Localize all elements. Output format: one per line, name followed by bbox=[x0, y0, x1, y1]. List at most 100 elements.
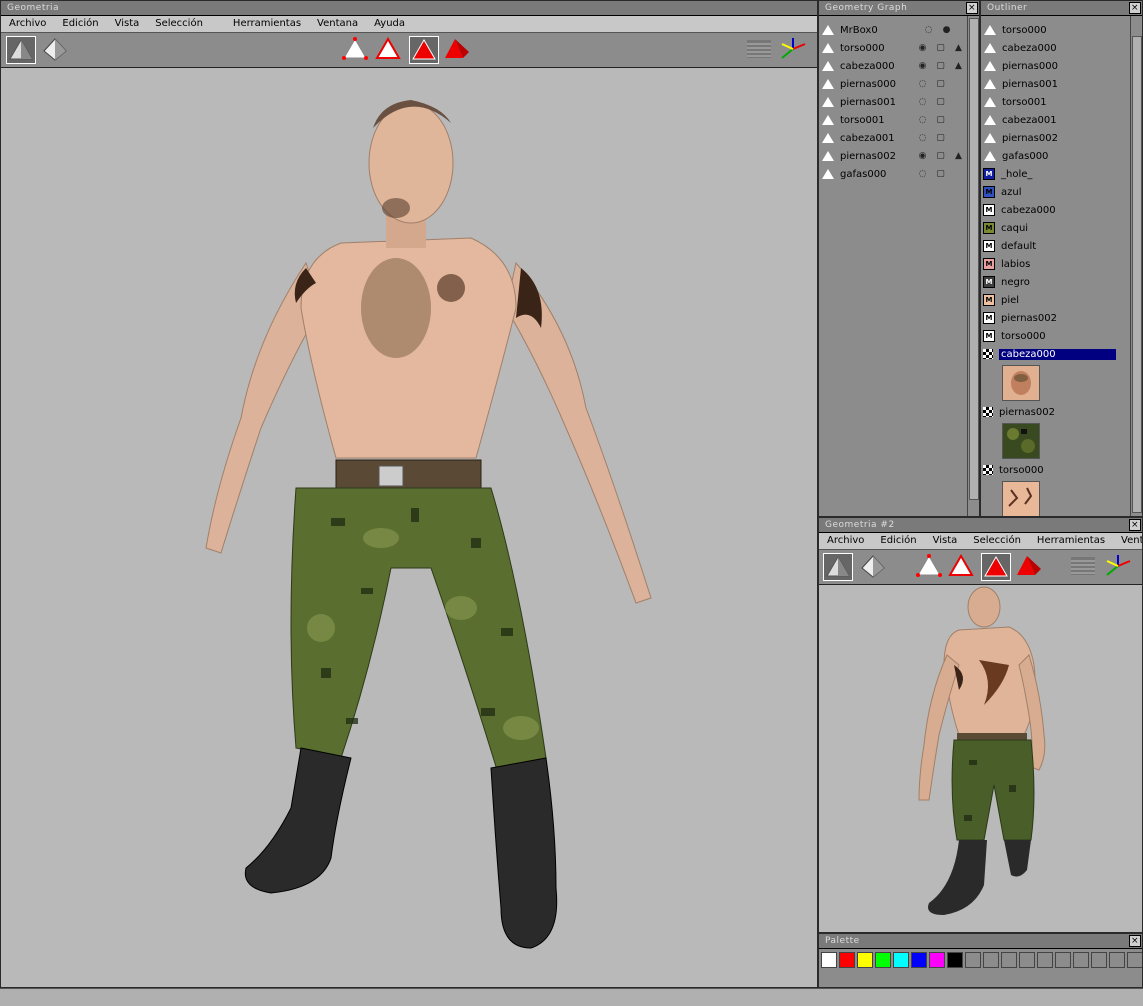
close-icon[interactable]: × bbox=[966, 2, 978, 14]
outliner-object[interactable]: piernas000 bbox=[981, 57, 1142, 75]
object-select-button[interactable] bbox=[443, 36, 473, 64]
outliner-texture[interactable]: piernas002 bbox=[981, 403, 1142, 421]
outliner-object[interactable]: cabeza000 bbox=[981, 39, 1142, 57]
scrollbar-thumb[interactable] bbox=[1132, 36, 1142, 513]
color-swatch-empty[interactable] bbox=[983, 952, 999, 968]
outliner-material[interactable]: M _hole_ bbox=[981, 165, 1142, 183]
outliner-material[interactable]: Mnegro bbox=[981, 273, 1142, 291]
graph-item[interactable]: torso001 ◌ ▢ bbox=[819, 111, 979, 129]
lock-open-icon[interactable]: ▢ bbox=[935, 97, 946, 108]
scrollbar-thumb[interactable] bbox=[969, 18, 979, 500]
outliner-material[interactable]: Mtorso000 bbox=[981, 327, 1142, 345]
texture-thumbnail-cabeza[interactable] bbox=[1002, 365, 1040, 401]
main-3d-viewport[interactable] bbox=[1, 68, 817, 987]
outliner-object[interactable]: piernas001 bbox=[981, 75, 1142, 93]
graph-item[interactable]: gafas000 ◌ ▢ bbox=[819, 165, 979, 183]
outliner-material[interactable]: Mcabeza000 bbox=[981, 201, 1142, 219]
menu-seleccion[interactable]: Selección bbox=[965, 533, 1029, 549]
outliner-titlebar[interactable]: Outliner × bbox=[981, 1, 1142, 16]
hidden-eye-icon[interactable]: ◌ bbox=[917, 169, 928, 180]
triangle-flag-icon[interactable]: ▲ bbox=[953, 151, 964, 162]
color-swatch-cyan[interactable] bbox=[893, 952, 909, 968]
menu-herramientas[interactable]: Herramientas bbox=[225, 16, 309, 32]
edge-select-button[interactable] bbox=[947, 553, 977, 581]
axes-toggle-button[interactable] bbox=[1104, 553, 1134, 581]
color-swatch-magenta[interactable] bbox=[929, 952, 945, 968]
menu-archivo[interactable]: Archivo bbox=[819, 533, 872, 549]
hidden-eye-icon[interactable]: ◌ bbox=[917, 115, 928, 126]
lock-open-icon[interactable]: ▢ bbox=[935, 79, 946, 90]
outliner-texture[interactable]: torso000 bbox=[981, 461, 1142, 479]
lock-open-icon[interactable]: ▢ bbox=[935, 133, 946, 144]
face-select-button[interactable] bbox=[409, 36, 439, 64]
menu-vista[interactable]: Vista bbox=[107, 16, 148, 32]
outliner-material[interactable]: Mlabios bbox=[981, 255, 1142, 273]
color-swatch-blue[interactable] bbox=[911, 952, 927, 968]
shaded-mode-button[interactable] bbox=[6, 36, 36, 64]
menu-ventana[interactable]: Ventana bbox=[1113, 533, 1142, 549]
second-window-titlebar[interactable]: Geometria #2 × bbox=[819, 518, 1142, 533]
outliner-object[interactable]: gafas000 bbox=[981, 147, 1142, 165]
palette-titlebar[interactable]: Palette × bbox=[819, 934, 1142, 949]
menu-seleccion[interactable]: Selección bbox=[147, 16, 225, 32]
eye-icon[interactable]: ◉ bbox=[917, 43, 928, 54]
graph-item[interactable]: cabeza000 ◉ ▢ ▲ bbox=[819, 57, 979, 75]
lock-open-icon[interactable]: ▢ bbox=[935, 169, 946, 180]
color-swatch-white[interactable] bbox=[821, 952, 837, 968]
vertex-select-button[interactable] bbox=[915, 553, 945, 581]
shaded-mode-button[interactable] bbox=[823, 553, 853, 581]
edge-select-button[interactable] bbox=[374, 36, 404, 64]
graph-item[interactable]: piernas002 ◉ ▢ ▲ bbox=[819, 147, 979, 165]
menu-herramientas[interactable]: Herramientas bbox=[1029, 533, 1113, 549]
menu-ayuda[interactable]: Ayuda bbox=[366, 16, 413, 32]
outliner-object[interactable]: piernas002 bbox=[981, 129, 1142, 147]
color-swatch-empty[interactable] bbox=[1037, 952, 1053, 968]
hidden-eye-icon[interactable]: ◌ bbox=[923, 25, 934, 36]
graph-item[interactable]: piernas001 ◌ ▢ bbox=[819, 93, 979, 111]
main-window-titlebar[interactable]: Geometria bbox=[1, 1, 817, 16]
texture-thumbnail-piernas[interactable] bbox=[1002, 423, 1040, 459]
wire-mode-button[interactable] bbox=[859, 553, 889, 581]
color-swatch-empty[interactable] bbox=[1001, 952, 1017, 968]
axes-toggle-button[interactable] bbox=[779, 36, 809, 64]
graph-item[interactable]: torso000 ◉ ▢ ▲ bbox=[819, 39, 979, 57]
color-swatch-empty[interactable] bbox=[965, 952, 981, 968]
eye-icon[interactable]: ◉ bbox=[917, 151, 928, 162]
triangle-flag-icon[interactable]: ▲ bbox=[953, 61, 964, 72]
color-swatch-red[interactable] bbox=[839, 952, 855, 968]
lock-open-icon[interactable]: ▢ bbox=[935, 151, 946, 162]
hidden-eye-icon[interactable]: ◌ bbox=[917, 97, 928, 108]
texture-thumbnail-torso[interactable] bbox=[1002, 481, 1040, 516]
color-swatch-black[interactable] bbox=[947, 952, 963, 968]
color-swatch-empty[interactable] bbox=[1073, 952, 1089, 968]
hidden-eye-icon[interactable]: ◌ bbox=[917, 133, 928, 144]
lock-closed-icon[interactable]: ● bbox=[941, 25, 952, 36]
menu-edicion[interactable]: Edición bbox=[54, 16, 106, 32]
grid-toggle-button[interactable] bbox=[1069, 553, 1099, 581]
eye-icon[interactable]: ◉ bbox=[917, 61, 928, 72]
lock-open-icon[interactable]: ▢ bbox=[935, 43, 946, 54]
object-select-button[interactable] bbox=[1015, 553, 1045, 581]
outliner-object[interactable]: torso000 bbox=[981, 21, 1142, 39]
color-swatch-yellow[interactable] bbox=[857, 952, 873, 968]
grid-toggle-button[interactable] bbox=[745, 36, 775, 64]
color-swatch-empty[interactable] bbox=[1109, 952, 1125, 968]
lock-open-icon[interactable]: ▢ bbox=[935, 115, 946, 126]
geometry-graph-scrollbar[interactable] bbox=[967, 16, 979, 516]
menu-edicion[interactable]: Edición bbox=[872, 533, 924, 549]
menu-archivo[interactable]: Archivo bbox=[1, 16, 54, 32]
color-swatch-empty[interactable] bbox=[1019, 952, 1035, 968]
outliner-scrollbar[interactable] bbox=[1130, 16, 1142, 516]
color-swatch-empty[interactable] bbox=[1091, 952, 1107, 968]
outliner-texture-selected[interactable]: cabeza000 bbox=[981, 345, 1142, 363]
outliner-object[interactable]: cabeza001 bbox=[981, 111, 1142, 129]
outliner-material[interactable]: Mcaqui bbox=[981, 219, 1142, 237]
color-swatch-empty[interactable] bbox=[1055, 952, 1071, 968]
lock-open-icon[interactable]: ▢ bbox=[935, 61, 946, 72]
second-3d-viewport[interactable] bbox=[819, 585, 1142, 932]
outliner-material[interactable]: Mdefault bbox=[981, 237, 1142, 255]
close-icon[interactable]: × bbox=[1129, 935, 1141, 947]
menu-ventana[interactable]: Ventana bbox=[309, 16, 366, 32]
triangle-flag-icon[interactable]: ▲ bbox=[953, 43, 964, 54]
close-icon[interactable]: × bbox=[1129, 519, 1141, 531]
